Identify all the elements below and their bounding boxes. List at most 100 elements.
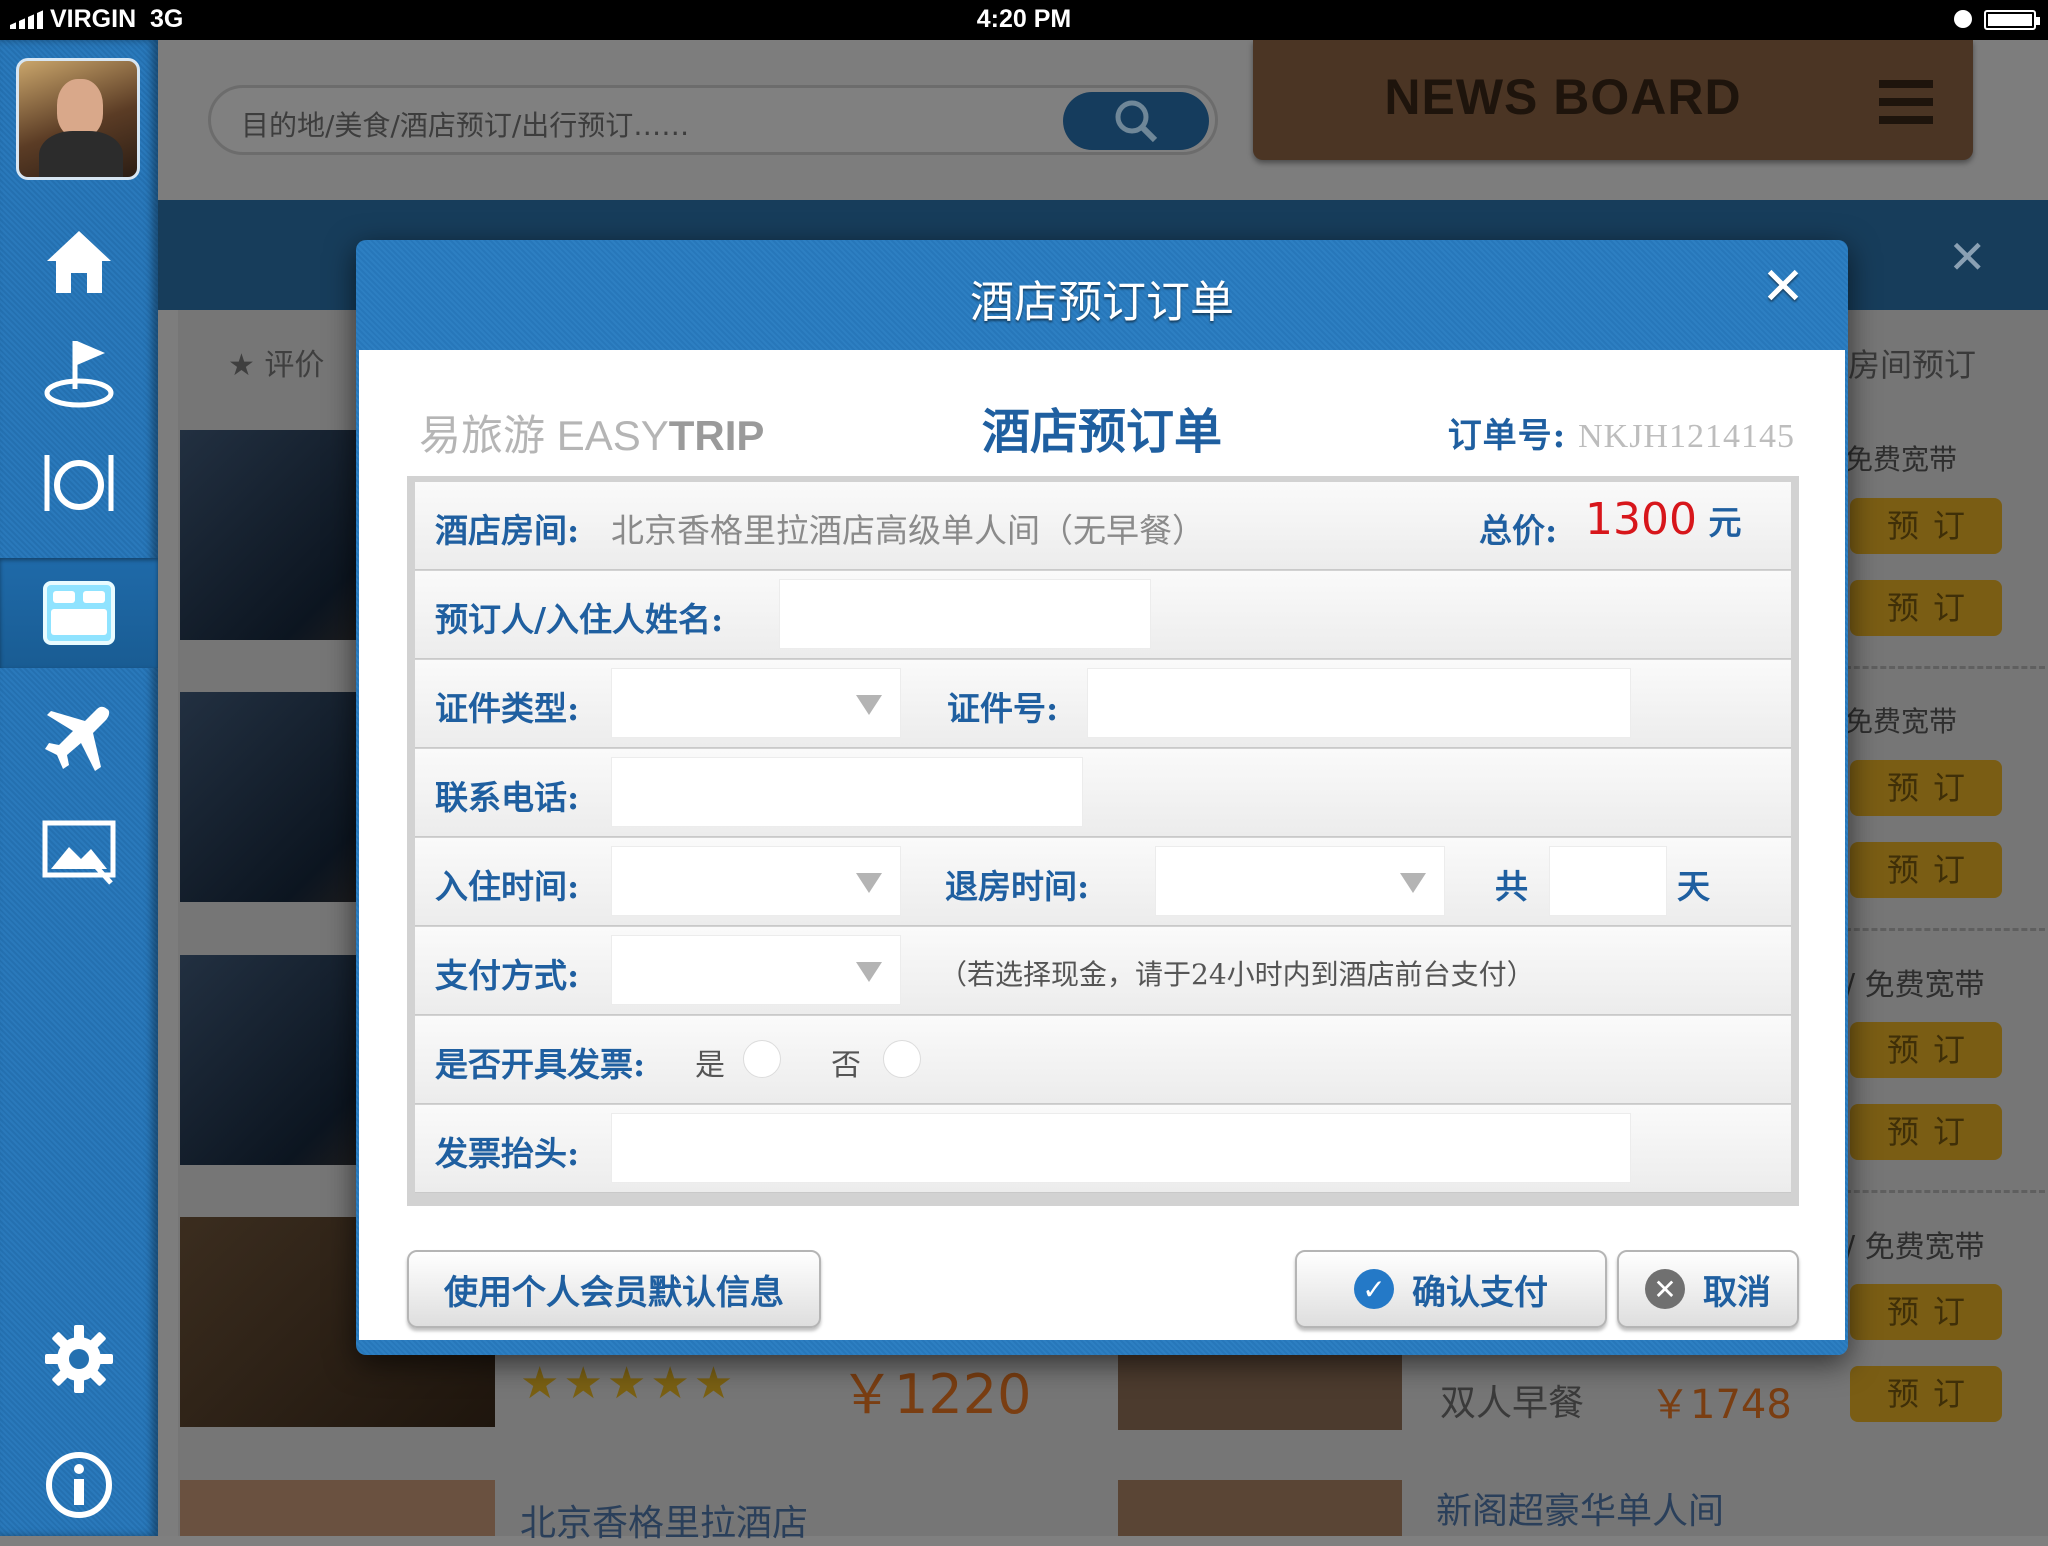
order-number-label: 订单号: [1447,416,1567,456]
form-row-id: 证件类型: 证件号: [415,660,1791,748]
gear-icon [45,1325,113,1393]
invoice-yes-radio[interactable] [743,1040,781,1078]
close-icon[interactable]: ✕ [1948,230,1987,284]
form-row-phone: 联系电话: [415,749,1791,837]
invoice-yes-label: 是 [695,1048,725,1083]
divider [1845,928,2045,931]
close-icon[interactable]: ✕ [1758,261,1808,313]
room-value: 北京香格里拉酒店高级单人间（无早餐） [611,511,1205,550]
checkin-label: 入住时间: [435,867,580,906]
book-button[interactable]: 预订 [1850,1366,2002,1422]
search-button[interactable] [1063,92,1209,150]
use-member-info-label: 使用个人会员默认信息 [444,1272,784,1313]
room-breakfast: 双人早餐 [1440,1383,1585,1424]
guest-name-field[interactable] [779,579,1151,649]
sidebar-item-attractions[interactable] [0,318,158,428]
guest-name-label: 预订人/入住人姓名: [435,600,724,639]
id-type-label: 证件类型: [435,689,580,728]
divider [1845,1190,2045,1193]
currency-label: 元 [1708,503,1742,542]
photo-icon [42,820,116,885]
total-price: 1300 元 [1585,494,1741,545]
sidebar-item-home[interactable] [0,208,158,318]
room-price: ￥1748 [1650,1382,1792,1428]
days-suffix: 天 [1677,867,1710,906]
room-name[interactable]: 新阁超豪华单人间 [1436,1482,1724,1534]
cancel-icon: ✕ [1645,1269,1685,1309]
order-number-value: NKJH1214145 [1578,418,1795,455]
cancel-label: 取消 [1703,1272,1771,1313]
cancel-button[interactable]: ✕ 取消 [1617,1250,1799,1328]
phone-field[interactable] [611,757,1083,827]
search-input[interactable]: 目的地/美食/酒店预订/出行预订…… [241,104,689,144]
book-button[interactable]: 预订 [1850,842,2002,898]
form-row-payment: 支付方式: （若选择现金，请于24小时内到酒店前台支付） [415,927,1791,1015]
total-price-value: 1300 [1585,494,1697,545]
invoice-no-label: 否 [831,1048,861,1083]
flag-icon [44,341,114,408]
dialog-title: 酒店预订订单 [970,277,1234,328]
amenity-label: 免费宽带 [1845,443,1958,476]
book-button[interactable]: 预订 [1850,1284,2002,1340]
payment-note: （若选择现金，请于24小时内到酒店前台支付） [939,958,1535,991]
book-button[interactable]: 预订 [1850,1022,2002,1078]
use-member-info-button[interactable]: 使用个人会员默认信息 [407,1250,821,1328]
book-button[interactable]: 预订 [1850,760,2002,816]
clock-icon [1954,10,1972,28]
order-number: 订单号: NKJH1214145 [1448,408,1795,457]
days-prefix: 共 [1495,867,1528,906]
hotel-image [180,1480,495,1536]
form-row-guest: 预订人/入住人姓名: [415,571,1791,659]
confirm-payment-label: 确认支付 [1412,1272,1548,1313]
form-row-dates: 入住时间: 退房时间: 共 天 [415,838,1791,926]
amenity-label: 免费宽带 [1845,705,1958,738]
news-board[interactable]: NEWS BOARD [1253,40,1973,160]
checkout-select[interactable] [1155,846,1445,916]
sidebar-item-food[interactable] [0,428,158,538]
amenity-label: / 免费宽带 [1845,1230,1985,1265]
book-button[interactable]: 预订 [1850,498,2002,554]
hotel-price: ￥1220 [840,1363,1032,1426]
status-time: 4:20 PM [976,5,1072,33]
battery-icon [1984,10,2040,30]
sidebar-item-settings[interactable] [0,1304,158,1414]
amenity-label: / 免费宽带 [1845,968,1985,1003]
invoice-no-radio[interactable] [883,1040,921,1078]
id-type-select[interactable] [611,668,901,738]
sidebar-item-info[interactable] [0,1430,158,1540]
info-icon [46,1452,112,1518]
sidebar-item-hotel[interactable] [0,558,158,668]
menu-icon[interactable] [1879,80,1933,124]
sidebar-item-flight[interactable] [0,684,158,794]
sidebar-item-photos[interactable] [0,796,158,906]
room-booking-label: 房间预订 [1848,346,1977,384]
form-row-invoice: 是否开具发票: 是 否 [415,1016,1791,1104]
room-label: 酒店房间: [435,511,580,550]
check-icon: ✓ [1354,1269,1394,1309]
home-icon [47,231,111,293]
search-bar[interactable]: 目的地/美食/酒店预订/出行预订…… [208,85,1218,155]
invoice-title-label: 发票抬头: [435,1134,580,1173]
filter-rating[interactable]: ★ 评价 [228,340,324,384]
book-button[interactable]: 预订 [1850,580,2002,636]
search-icon [1115,100,1158,143]
checkout-label: 退房时间: [945,867,1090,906]
payment-label: 支付方式: [435,956,580,995]
hotel-name[interactable]: 北京香格里拉酒店 [520,1494,808,1546]
book-button[interactable]: 预订 [1850,1104,2002,1160]
news-board-title: NEWS BOARD [1384,69,1742,125]
room-image [1118,1480,1402,1536]
total-price-label: 总价: [1479,511,1558,550]
status-bar: VIRGIN 3G 4:20 PM [0,0,2048,40]
invoice-label: 是否开具发票: [435,1045,646,1084]
id-number-field[interactable] [1087,668,1631,738]
days-field[interactable] [1549,846,1667,916]
sidebar [0,40,158,1536]
checkin-select[interactable] [611,846,901,916]
confirm-payment-button[interactable]: ✓ 确认支付 [1295,1250,1607,1328]
payment-select[interactable] [611,935,901,1005]
avatar[interactable] [16,58,140,180]
dining-icon [44,455,114,511]
invoice-title-field[interactable] [611,1113,1631,1183]
airplane-icon [45,706,110,771]
